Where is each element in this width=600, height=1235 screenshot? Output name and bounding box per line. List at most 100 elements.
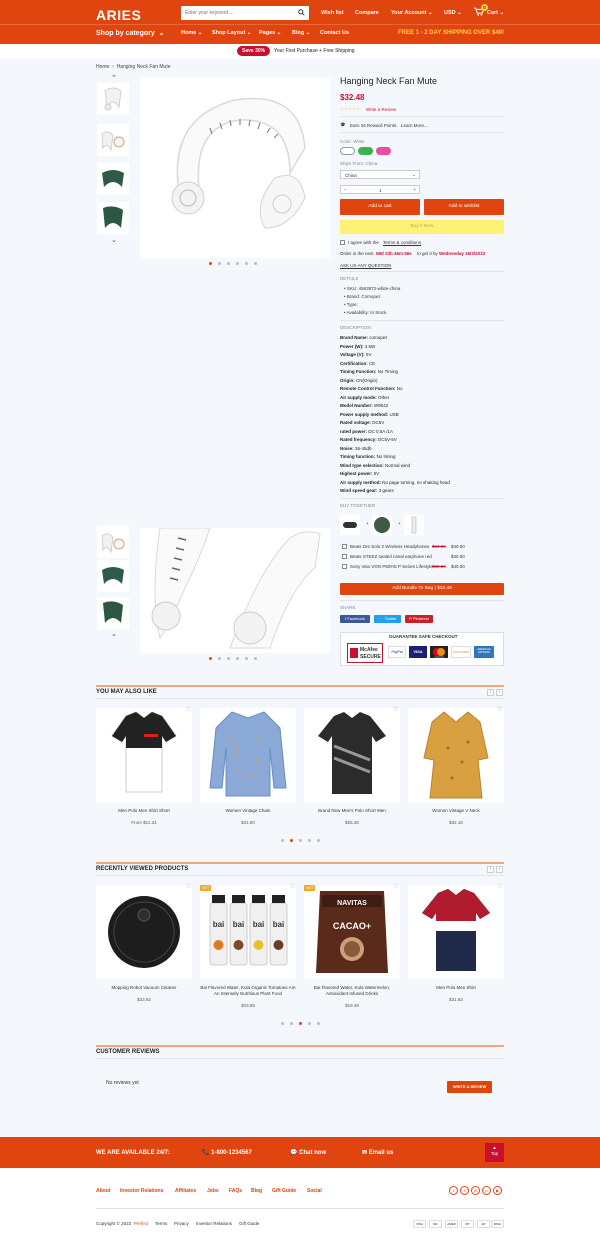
carousel-dot[interactable]: [281, 839, 284, 842]
footer-link-faqs[interactable]: FAQs: [229, 1188, 242, 1194]
product-image[interactable]: [96, 708, 192, 802]
thumbnail[interactable]: [97, 163, 129, 195]
thumb-up-arrow[interactable]: ⌃: [111, 74, 117, 82]
carousel-dot[interactable]: [227, 657, 230, 660]
thumbnail[interactable]: [97, 202, 129, 234]
product-image[interactable]: [200, 708, 296, 802]
product-name[interactable]: Women Vintage Chain: [200, 808, 296, 814]
search-input[interactable]: [181, 6, 291, 20]
carousel-dot[interactable]: [299, 839, 302, 842]
terms-checkbox[interactable]: [340, 240, 345, 245]
bundle-checkbox[interactable]: [342, 564, 347, 569]
nav-contact[interactable]: Contact Us: [320, 30, 349, 36]
nav-shop-layout[interactable]: Shop Layout ⌄: [212, 30, 251, 36]
qty-value[interactable]: 1: [379, 188, 382, 193]
qty-minus-button[interactable]: −: [344, 187, 347, 192]
carousel-dot[interactable]: [218, 262, 221, 265]
carousel-dot[interactable]: [290, 1022, 293, 1025]
product-card[interactable]: Brand New Men's Polo Short Men $25.36: [304, 708, 400, 825]
next-arrow[interactable]: ›: [496, 866, 503, 873]
product-image[interactable]: [304, 708, 400, 802]
footer-link-about[interactable]: About: [96, 1188, 110, 1194]
bundle-image[interactable]: [372, 515, 392, 535]
wishlist-heart-icon[interactable]: ♡: [290, 883, 295, 890]
product-image[interactable]: bai bai bai bai: [200, 885, 296, 979]
carousel-dot[interactable]: [317, 1022, 320, 1025]
add-to-wishlist-button[interactable]: Add to wishlist: [424, 199, 504, 215]
footer-link-gift[interactable]: Gift Guide: [272, 1188, 296, 1194]
nav-blog[interactable]: Blog ⌄: [292, 30, 310, 36]
footer-link-affiliates[interactable]: Affiliates: [175, 1188, 196, 1194]
carousel-dot[interactable]: [299, 1022, 302, 1025]
product-name[interactable]: Bai Flavored Water, Kula Watermelon, Ant…: [304, 985, 400, 997]
bundle-image[interactable]: [340, 515, 360, 535]
footer-bottom-privacy[interactable]: Privacy: [174, 1221, 189, 1226]
color-swatch-pink[interactable]: [376, 147, 391, 155]
thumbnail[interactable]: [97, 124, 129, 156]
buy-now-button[interactable]: Buy it Now: [340, 220, 504, 234]
product-name[interactable]: Bai Flavored Water, Kula Organic Tomatoe…: [200, 985, 296, 997]
footer-bottom-terms[interactable]: Terms: [155, 1221, 167, 1226]
footer-bottom-investor[interactable]: Investor Relations: [196, 1221, 232, 1226]
color-swatch-green[interactable]: [358, 147, 373, 155]
carousel-dot[interactable]: [218, 657, 221, 660]
product-image[interactable]: [96, 885, 192, 979]
color-swatch-white[interactable]: [340, 147, 355, 155]
cart-link[interactable]: Cart ⌄: [487, 10, 504, 16]
product-card[interactable]: Women Vintage Chain $24.80: [200, 708, 296, 825]
logo[interactable]: ARIES: [96, 7, 141, 23]
product-name[interactable]: Mopping Robot Vacuum Cleaner: [96, 985, 192, 991]
product-card[interactable]: Men Polo Men Shirt $31.82: [408, 885, 504, 1002]
carousel-dot[interactable]: [254, 657, 257, 660]
carousel-dot[interactable]: [245, 657, 248, 660]
thumbnail[interactable]: [97, 526, 129, 558]
wishlist-heart-icon[interactable]: ♡: [497, 706, 502, 713]
carousel-dot[interactable]: [317, 839, 320, 842]
next-arrow[interactable]: ›: [496, 689, 503, 696]
carousel-dot[interactable]: [236, 262, 239, 265]
product-card[interactable]: NAVITAS CACAO+ Bai Flavored Water, Kula …: [304, 885, 400, 1008]
wishlist-heart-icon[interactable]: ♡: [497, 883, 502, 890]
write-review-link[interactable]: Write a Review: [366, 107, 396, 112]
chat-link[interactable]: 💬 Chat now: [290, 1149, 326, 1156]
back-to-top-button[interactable]: ▲ Top: [485, 1143, 504, 1162]
currency-select[interactable]: USD ⌄: [444, 10, 462, 16]
carousel-dot[interactable]: [209, 657, 212, 660]
product-image[interactable]: NAVITAS CACAO+: [304, 885, 400, 979]
bundle-checkbox[interactable]: [342, 554, 347, 559]
search-icon[interactable]: [298, 9, 305, 18]
carousel-dot[interactable]: [254, 262, 257, 265]
facebook-icon[interactable]: f: [460, 1186, 469, 1195]
thumbnail[interactable]: [97, 560, 129, 592]
ask-question-link[interactable]: ASK US ANY QUESTION: [340, 263, 391, 268]
carousel-dot[interactable]: [281, 1022, 284, 1025]
account-menu[interactable]: Your Account ⌄: [391, 10, 433, 16]
ships-from-select[interactable]: China ⌄: [340, 170, 420, 179]
email-link[interactable]: ✉ Email us: [362, 1149, 393, 1156]
product-image[interactable]: [408, 885, 504, 979]
product-card[interactable]: Mopping Robot Vacuum Cleaner $33.92: [96, 885, 192, 1002]
bundle-checkbox[interactable]: [342, 544, 347, 549]
footer-link-jobs[interactable]: Jobs: [207, 1188, 219, 1194]
shop-by-category-menu[interactable]: Shop by category ⌄: [96, 29, 165, 37]
phone-link[interactable]: 📞 1-800-1234567: [202, 1149, 252, 1156]
carousel-dot[interactable]: [245, 262, 248, 265]
thumb-down-arrow[interactable]: ⌄: [111, 236, 117, 244]
thumbnail[interactable]: [97, 597, 129, 629]
wishlist-heart-icon[interactable]: ♡: [393, 706, 398, 713]
write-review-button[interactable]: WRITE A REVIEW: [447, 1081, 492, 1093]
twitter-icon[interactable]: t: [449, 1186, 458, 1195]
share-facebook-button[interactable]: f Facebook: [340, 615, 370, 623]
thumbnail[interactable]: [97, 83, 129, 115]
carousel-dot[interactable]: [308, 839, 311, 842]
product-image[interactable]: [408, 708, 504, 802]
product-main-image[interactable]: [140, 78, 330, 258]
wishlist-heart-icon[interactable]: ♡: [186, 883, 191, 890]
footer-link-social[interactable]: Social: [307, 1188, 322, 1194]
thumb-down-arrow[interactable]: ⌄: [111, 630, 117, 638]
product-name[interactable]: Men Polo Men Shirt: [408, 985, 504, 991]
carousel-dot[interactable]: [290, 839, 293, 842]
brand-link[interactable]: Perfect: [134, 1221, 148, 1226]
product-name[interactable]: Women Vintage V Neck: [408, 808, 504, 814]
share-twitter-button[interactable]: 🐦 Twitter: [374, 615, 401, 623]
